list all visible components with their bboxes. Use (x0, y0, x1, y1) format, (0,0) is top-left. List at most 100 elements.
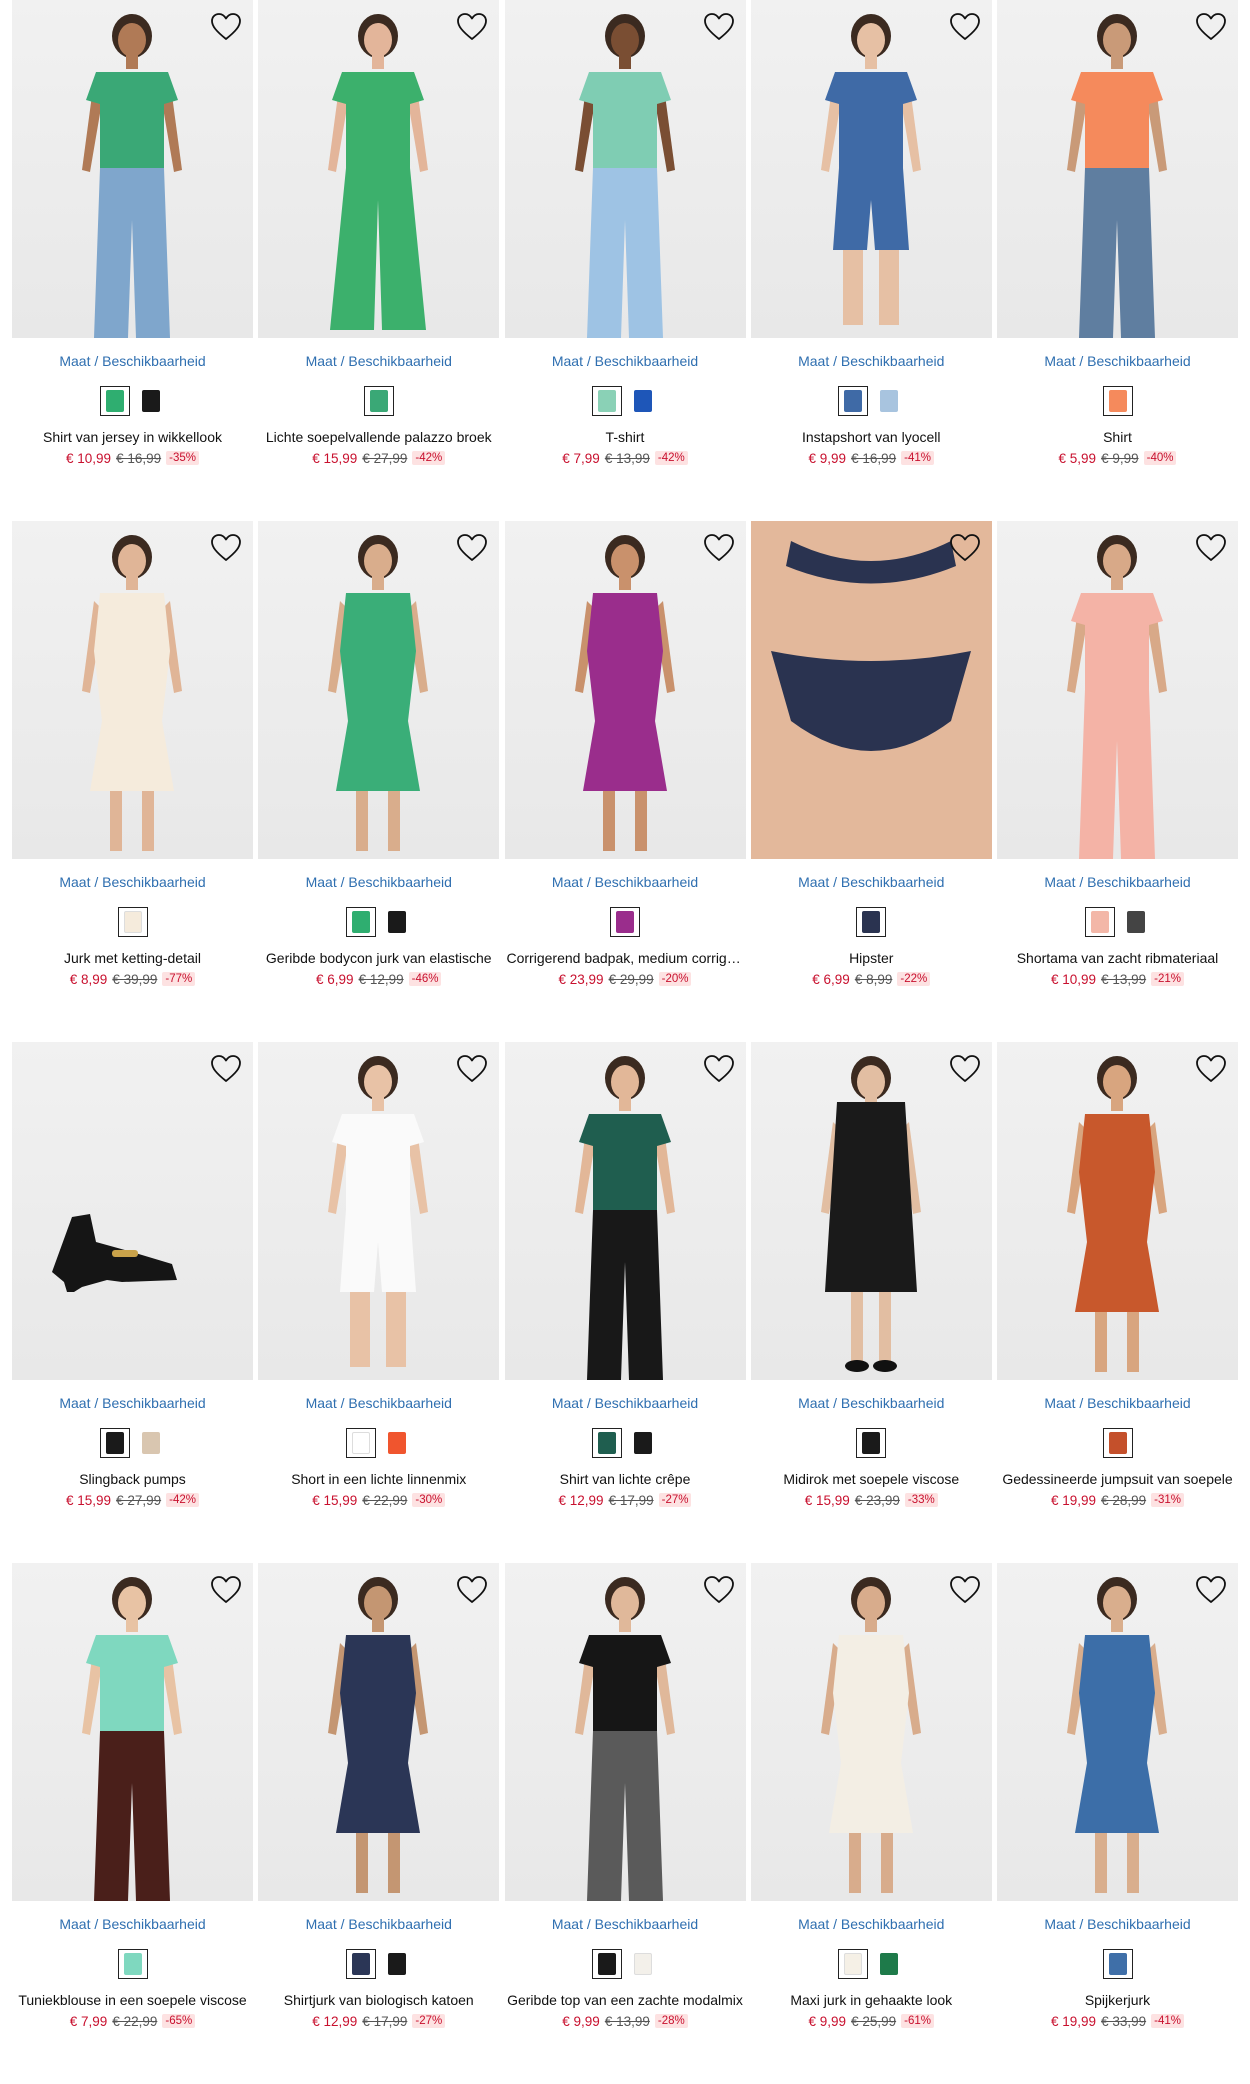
color-swatch[interactable] (592, 386, 622, 416)
size-availability-link[interactable]: Maat / Beschikbaarheid (505, 1394, 746, 1412)
size-availability-link[interactable]: Maat / Beschikbaarheid (12, 1915, 253, 1933)
color-swatch[interactable] (117, 907, 148, 937)
product-title[interactable]: Spijkerjurk (997, 1991, 1238, 2009)
color-swatch[interactable] (610, 907, 640, 937)
product-title[interactable]: Gedessineerde jumpsuit van soepele (997, 1470, 1238, 1488)
product-title[interactable]: Short in een lichte linnenmix (258, 1470, 499, 1488)
wishlist-heart-icon[interactable] (455, 10, 489, 44)
product-card-20[interactable]: Maat / Beschikbaarheid Spijkerjurk € 19,… (997, 1563, 1238, 2084)
color-swatch[interactable] (345, 1949, 376, 1979)
product-image[interactable] (997, 1042, 1238, 1380)
product-card-3[interactable]: Maat / Beschikbaarheid T-shirt € 7,99 € … (504, 0, 746, 521)
product-image[interactable] (258, 521, 500, 859)
product-image[interactable] (997, 0, 1238, 338)
color-swatch[interactable] (99, 386, 130, 416)
color-swatch[interactable] (382, 907, 412, 937)
product-image[interactable] (750, 521, 992, 859)
product-image[interactable] (504, 521, 746, 859)
product-image[interactable] (258, 1042, 500, 1380)
wishlist-heart-icon[interactable] (948, 531, 982, 565)
product-image[interactable] (504, 1042, 746, 1380)
color-swatch[interactable] (345, 1428, 376, 1458)
size-availability-link[interactable]: Maat / Beschikbaarheid (997, 352, 1238, 370)
product-card-2[interactable]: Maat / Beschikbaarheid Lichte soepelvall… (258, 0, 500, 521)
size-availability-link[interactable]: Maat / Beschikbaarheid (258, 873, 499, 891)
color-swatch[interactable] (1121, 907, 1151, 937)
product-title[interactable]: T-shirt (505, 428, 746, 446)
color-swatch[interactable] (628, 386, 658, 416)
wishlist-heart-icon[interactable] (1194, 1573, 1228, 1607)
product-card-16[interactable]: Maat / Beschikbaarheid Tuniekblouse in e… (12, 1563, 253, 2084)
color-swatch[interactable] (874, 386, 904, 416)
product-image[interactable] (504, 0, 746, 338)
color-swatch[interactable] (117, 1949, 148, 1979)
product-image[interactable] (504, 1563, 746, 1901)
color-swatch[interactable] (136, 386, 166, 416)
product-title[interactable]: Lichte soepelvallende palazzo broek (258, 428, 499, 446)
product-card-9[interactable]: Maat / Beschikbaarheid Hipster € 6,99 € … (750, 521, 992, 1042)
product-card-4[interactable]: Maat / Beschikbaarheid Instapshort van l… (750, 0, 992, 521)
wishlist-heart-icon[interactable] (455, 531, 489, 565)
color-swatch[interactable] (1102, 1428, 1133, 1458)
wishlist-heart-icon[interactable] (455, 1052, 489, 1086)
product-image[interactable] (750, 1042, 992, 1380)
product-title[interactable]: Shirtjurk van biologisch katoen (258, 1991, 499, 2009)
product-card-19[interactable]: Maat / Beschikbaarheid Maxi jurk in geha… (750, 1563, 992, 2084)
size-availability-link[interactable]: Maat / Beschikbaarheid (751, 873, 992, 891)
product-card-6[interactable]: Maat / Beschikbaarheid Jurk met ketting-… (12, 521, 253, 1042)
wishlist-heart-icon[interactable] (702, 531, 736, 565)
size-availability-link[interactable]: Maat / Beschikbaarheid (997, 873, 1238, 891)
product-card-8[interactable]: Maat / Beschikbaarheid Corrigerend badpa… (504, 521, 746, 1042)
product-image[interactable] (750, 0, 992, 338)
wishlist-heart-icon[interactable] (209, 531, 243, 565)
product-title[interactable]: Maxi jurk in gehaakte look (751, 1991, 992, 2009)
product-title[interactable]: Shirt (997, 428, 1238, 446)
color-swatch[interactable] (838, 386, 869, 416)
wishlist-heart-icon[interactable] (1194, 10, 1228, 44)
size-availability-link[interactable]: Maat / Beschikbaarheid (997, 1915, 1238, 1933)
product-card-11[interactable]: Maat / Beschikbaarheid Slingback pumps €… (12, 1042, 253, 1563)
product-image[interactable] (258, 1563, 500, 1901)
color-swatch[interactable] (592, 1428, 622, 1458)
size-availability-link[interactable]: Maat / Beschikbaarheid (997, 1394, 1238, 1412)
color-swatch[interactable] (1102, 1949, 1133, 1979)
color-swatch[interactable] (99, 1428, 130, 1458)
color-swatch[interactable] (856, 907, 887, 937)
size-availability-link[interactable]: Maat / Beschikbaarheid (258, 1394, 499, 1412)
size-availability-link[interactable]: Maat / Beschikbaarheid (505, 1915, 746, 1933)
wishlist-heart-icon[interactable] (948, 1052, 982, 1086)
product-card-7[interactable]: Maat / Beschikbaarheid Geribde bodycon j… (258, 521, 500, 1042)
product-card-1[interactable]: Maat / Beschikbaarheid Shirt van jersey … (12, 0, 253, 521)
product-title[interactable]: Shirt van jersey in wikkellook (12, 428, 253, 446)
product-card-13[interactable]: Maat / Beschikbaarheid Shirt van lichte … (504, 1042, 746, 1563)
wishlist-heart-icon[interactable] (1194, 1052, 1228, 1086)
product-card-18[interactable]: Maat / Beschikbaarheid Geribde top van e… (504, 1563, 746, 2084)
wishlist-heart-icon[interactable] (209, 1052, 243, 1086)
color-swatch[interactable] (1084, 907, 1115, 937)
product-title[interactable]: Shortama van zacht ribmateriaal (997, 949, 1238, 967)
wishlist-heart-icon[interactable] (455, 1573, 489, 1607)
product-image[interactable] (12, 1563, 253, 1901)
product-title[interactable]: Jurk met ketting-detail (12, 949, 253, 967)
color-swatch[interactable] (874, 1949, 904, 1979)
wishlist-heart-icon[interactable] (702, 1052, 736, 1086)
product-card-12[interactable]: Maat / Beschikbaarheid Short in een lich… (258, 1042, 500, 1563)
color-swatch[interactable] (345, 907, 376, 937)
wishlist-heart-icon[interactable] (702, 10, 736, 44)
size-availability-link[interactable]: Maat / Beschikbaarheid (12, 1394, 253, 1412)
product-image[interactable] (258, 0, 500, 338)
product-title[interactable]: Slingback pumps (12, 1470, 253, 1488)
product-card-5[interactable]: Maat / Beschikbaarheid Shirt € 5,99 € 9,… (997, 0, 1238, 521)
product-title[interactable]: Hipster (751, 949, 992, 967)
size-availability-link[interactable]: Maat / Beschikbaarheid (12, 873, 253, 891)
color-swatch[interactable] (363, 386, 394, 416)
product-image[interactable] (750, 1563, 992, 1901)
color-swatch[interactable] (1102, 386, 1133, 416)
size-availability-link[interactable]: Maat / Beschikbaarheid (751, 1915, 992, 1933)
product-title[interactable]: Geribde top van een zachte modalmix (505, 1991, 746, 2009)
size-availability-link[interactable]: Maat / Beschikbaarheid (12, 352, 253, 370)
product-image[interactable] (997, 521, 1238, 859)
product-image[interactable] (12, 521, 253, 859)
product-image[interactable] (12, 1042, 253, 1380)
product-card-10[interactable]: Maat / Beschikbaarheid Shortama van zach… (997, 521, 1238, 1042)
